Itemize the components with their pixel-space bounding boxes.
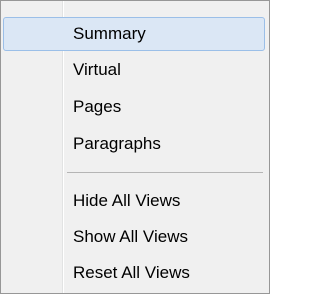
- menu-item-label: Summary: [73, 24, 146, 43]
- menu-item-summary[interactable]: Summary: [3, 17, 265, 51]
- menu-item-label: Pages: [73, 97, 122, 116]
- menu-item-label: Paragraphs: [73, 134, 161, 153]
- menu-item-reset-all-views[interactable]: Reset All Views: [3, 256, 265, 290]
- menu-item-label: Virtual: [73, 60, 121, 79]
- menu-item-pages[interactable]: Pages: [3, 90, 265, 124]
- menu-item-virtual[interactable]: Virtual: [3, 53, 265, 87]
- menu-item-show-all-views[interactable]: Show All Views: [3, 220, 265, 254]
- menu-item-paragraphs[interactable]: Paragraphs: [3, 127, 265, 161]
- menu-item-label: Show All Views: [73, 227, 188, 246]
- menu-item-label: Reset All Views: [73, 263, 190, 282]
- menu-separator: [67, 172, 263, 173]
- menu-item-hide-all-views[interactable]: Hide All Views: [3, 184, 265, 218]
- context-menu: Summary Virtual Pages Paragraphs Hide Al…: [0, 0, 270, 294]
- menu-item-label: Hide All Views: [73, 191, 181, 210]
